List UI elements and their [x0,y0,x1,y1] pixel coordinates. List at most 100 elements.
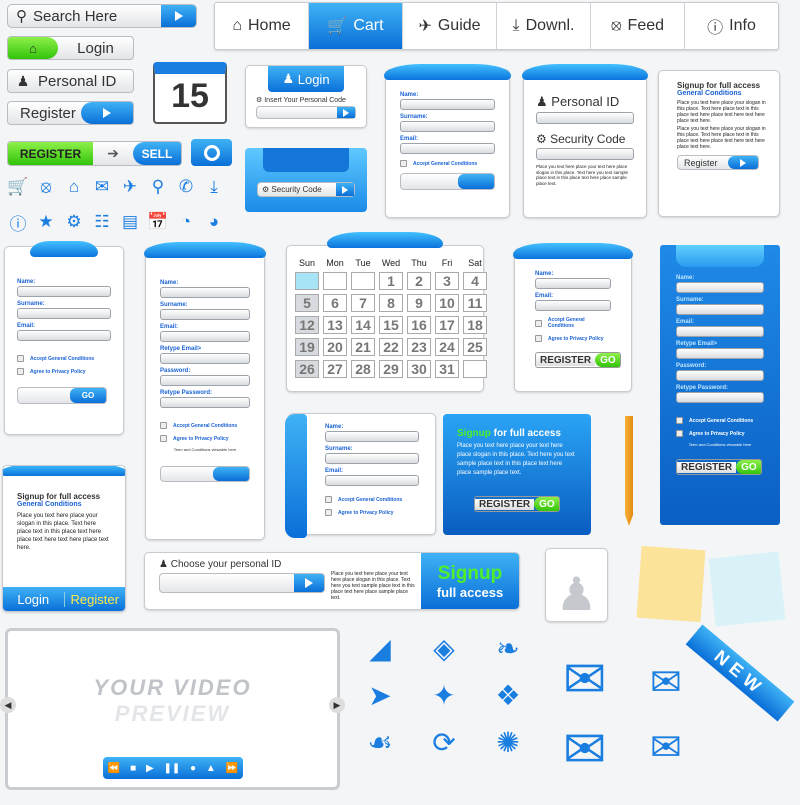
calendar-day[interactable]: 10 [435,294,459,312]
camera-icon[interactable] [191,139,232,166]
name-input[interactable] [160,287,250,298]
name-input[interactable] [325,431,419,442]
prev-arrow-icon[interactable]: ◀ [0,697,16,713]
calendar-day[interactable]: 15 [379,316,403,334]
register-go-button[interactable]: REGISTER GO [474,496,560,512]
privacy-checkbox[interactable]: Agree to Privacy Policy [676,430,764,437]
privacy-checkbox[interactable]: Agree to Privacy Policy [535,335,611,342]
search-button[interactable] [161,5,196,27]
calendar-day[interactable]: 14 [351,316,375,334]
surname-input[interactable] [160,309,250,320]
calendar-day[interactable]: 18 [463,316,487,334]
calendar-day[interactable] [351,272,375,290]
tab-feed[interactable]: ⦻ Feed [591,3,685,49]
personal-code-input[interactable] [256,106,356,119]
privacy-checkbox[interactable]: Agree to Privacy Policy [160,435,250,442]
retype-email-input[interactable] [676,348,764,359]
tab-home[interactable]: ⌂ Home [215,3,309,49]
calendar-day[interactable]: 19 [295,338,319,356]
go-button[interactable]: GO [17,387,107,404]
surname-input[interactable] [17,308,111,319]
password-input[interactable] [160,375,250,386]
tab-info[interactable]: ⓘ Info [685,3,778,49]
personal-id-button[interactable]: ♟ Personal ID [7,69,134,93]
tab-download[interactable]: ⤓ Downl. [497,3,591,49]
calendar-day[interactable]: 30 [407,360,431,378]
submit-button[interactable] [336,183,354,196]
calendar-day[interactable]: 25 [463,338,487,356]
name-input[interactable] [676,282,764,293]
personal-id-input[interactable] [536,112,634,124]
calendar-day[interactable]: 8 [379,294,403,312]
surname-input[interactable] [676,304,764,315]
calendar-day[interactable]: 22 [379,338,403,356]
tab-guide[interactable]: ✈ Guide [403,3,497,49]
calendar-day[interactable]: 23 [407,338,431,356]
calendar-day[interactable]: 24 [435,338,459,356]
accept-checkbox[interactable]: Accept General Conditions [400,160,495,167]
calendar-day[interactable]: 9 [407,294,431,312]
accept-checkbox[interactable]: Accept General Conditions [535,317,611,329]
name-input[interactable] [17,286,111,297]
next-arrow-icon[interactable]: ▶ [329,697,345,713]
calendar-day[interactable]: 27 [323,360,347,378]
eject-icon[interactable]: ▲ [206,763,216,774]
rewind-icon[interactable]: ⏪ [108,763,120,774]
email-input[interactable] [400,143,495,154]
login-button[interactable]: ⌂ Login [7,36,134,60]
name-input[interactable] [400,99,495,110]
accept-checkbox[interactable]: Accept General Conditions [325,496,419,503]
name-input[interactable] [535,278,611,289]
pause-icon[interactable]: ❚❚ [163,763,180,774]
stop-icon[interactable]: ■ [130,763,136,774]
play-icon[interactable]: ▶ [146,763,154,774]
search-input[interactable]: Search Here [33,8,161,25]
email-input[interactable] [17,330,111,341]
calendar-day[interactable]: 5 [295,294,319,312]
submit-button[interactable] [337,107,355,118]
email-input[interactable] [160,331,250,342]
submit-button[interactable] [160,466,250,482]
calendar-day[interactable] [295,272,319,290]
video-player[interactable]: YOUR VIDEO PREVIEW ◀ ▶ ⏪ ■ ▶ ❚❚ ● ▲ ⏩ [0,628,345,790]
calendar-day[interactable]: 2 [407,272,431,290]
register-button[interactable]: Register [677,155,759,170]
accept-checkbox[interactable]: Accept General Conditions [676,417,764,424]
tab-cart[interactable]: 🛒 Cart [309,3,403,49]
calendar-day[interactable]: 6 [323,294,347,312]
calendar-day[interactable]: 11 [463,294,487,312]
login-button[interactable]: Login [3,591,65,607]
email-input[interactable] [676,326,764,337]
submit-button[interactable] [400,173,495,190]
register-go-button[interactable]: REGISTER GO [535,352,621,368]
calendar-day[interactable]: 4 [463,272,487,290]
calendar-day[interactable]: 16 [407,316,431,334]
security-code-input[interactable] [536,148,634,160]
calendar-day[interactable]: 20 [323,338,347,356]
security-code-input[interactable]: ⚙ Security Code [257,182,355,197]
calendar-day[interactable] [463,360,487,378]
privacy-checkbox[interactable]: Agree to Privacy Policy [325,509,419,516]
accept-checkbox[interactable]: Accept General Conditions [160,422,250,429]
calendar-day[interactable] [323,272,347,290]
retype-password-input[interactable] [676,392,764,403]
register-go-button[interactable]: REGISTER GO [676,459,762,475]
surname-input[interactable] [400,121,495,132]
register-button[interactable]: Register [7,101,134,125]
calendar-day[interactable]: 29 [379,360,403,378]
privacy-checkbox[interactable]: Agree to Privacy Policy [17,368,111,375]
calendar-day[interactable]: 3 [435,272,459,290]
calendar-day[interactable]: 1 [379,272,403,290]
calendar-day[interactable]: 7 [351,294,375,312]
email-input[interactable] [535,300,611,311]
email-input[interactable] [325,475,419,486]
calendar-day[interactable]: 28 [351,360,375,378]
search-bar[interactable]: ⚲ Search Here [7,4,197,28]
calendar-day[interactable]: 31 [435,360,459,378]
password-input[interactable] [676,370,764,381]
record-icon[interactable]: ● [190,763,196,774]
calendar-day[interactable]: 17 [435,316,459,334]
register-button[interactable]: Register [65,592,126,607]
accept-checkbox[interactable]: Accept General Conditions [17,355,111,362]
fast-forward-icon[interactable]: ⏩ [226,763,238,774]
